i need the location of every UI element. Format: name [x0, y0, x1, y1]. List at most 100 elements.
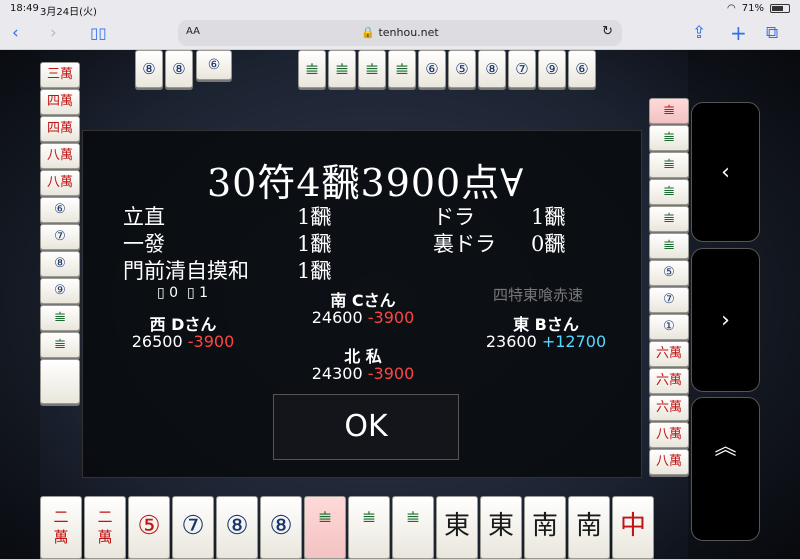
hand-tile[interactable]: 南 [524, 496, 566, 559]
player-west-score: 26500 -3900 [113, 332, 253, 351]
opponent-tile: ⑨ [40, 278, 80, 304]
next-button[interactable]: › [691, 248, 760, 392]
score-delta: -3900 [367, 308, 415, 327]
browser-toolbar: ‹ › ▯▯ AA 🔒 tenhou.net ↻ ⇪ + ⧉ [0, 18, 800, 50]
tile-glyph: 𝍨 [406, 508, 420, 526]
forward-icon[interactable]: › [50, 23, 57, 43]
yaku-name: 裏ドラ [433, 232, 496, 256]
player-east-score: 23600 +12700 [471, 332, 621, 351]
yaku-han: 1飜 [531, 205, 566, 229]
bookmarks-icon[interactable]: ▯▯ [90, 23, 107, 43]
url-label: tenhou.net [378, 26, 439, 39]
score-delta: +12700 [541, 332, 607, 351]
hand-tile[interactable]: 𝍨 [348, 496, 390, 559]
battery-icon [770, 4, 790, 13]
battery-percent: 71% [741, 3, 764, 14]
opponent-tile: ⑨ [538, 50, 566, 88]
tile-glyph: 𝍨 [318, 508, 332, 526]
opponent-tile: ⑧ [40, 251, 80, 277]
score-headline: 30符4飜3900点∀ [207, 161, 525, 205]
opponent-tile: 八萬 [649, 422, 689, 448]
tile-glyph: ⑦ [181, 511, 205, 541]
chevron-left-icon: ‹ [721, 160, 730, 185]
battery-fill [772, 6, 784, 11]
opponent-tile: ⑤ [649, 260, 689, 286]
opponent-tile: ⑦ [40, 224, 80, 250]
result-dialog: 30符4飜3900点∀ 立直 1飜 一發 1飜 門前清自摸和 1飜 ドラ 1飜 … [82, 130, 642, 478]
ok-button[interactable]: OK [273, 394, 459, 460]
hand-tile[interactable]: 二萬 [40, 496, 82, 559]
yaku-name: 立直 [123, 205, 165, 229]
thousand-stick-icon: ▯ [187, 285, 195, 301]
opponent-tile: ⑧ [165, 50, 193, 88]
screen: 18:49 3月24日(火) ◠ 71% ‹ › ▯▯ AA 🔒 tenhou.… [0, 0, 800, 559]
yaku-name: 一發 [123, 232, 165, 256]
opponent-tile: 𝍨 [649, 233, 689, 259]
tile-glyph: 二萬 [53, 508, 69, 546]
new-tab-icon[interactable]: + [730, 23, 747, 43]
tile-glyph: 南 [575, 511, 602, 541]
reload-icon[interactable]: ↻ [602, 24, 613, 39]
opponent-tile: ⑤ [448, 50, 476, 88]
expand-button[interactable]: ︽ [691, 397, 760, 541]
riichi-sticks: ▯ 0 ▯ 1 [157, 285, 208, 301]
tile-glyph: 東 [487, 511, 514, 541]
opponent-tile: 八萬 [649, 449, 689, 475]
tile-glyph: ⑧ [225, 511, 249, 541]
opponent-tile: ⑥ [568, 50, 596, 88]
opponent-tile: 𝍨 [388, 50, 416, 88]
hand-tile[interactable]: 南 [568, 496, 610, 559]
back-icon[interactable]: ‹ [12, 23, 19, 43]
opponent-tile: ⑥ [40, 197, 80, 223]
address-bar[interactable]: AA 🔒 tenhou.net ↻ [178, 20, 622, 46]
hand-tile[interactable]: 東 [480, 496, 522, 559]
tabs-icon[interactable]: ⧉ [766, 23, 778, 43]
hand-tile[interactable]: 東 [436, 496, 478, 559]
opponent-tile: 四萬 [40, 116, 80, 142]
tile-glyph: ⑤ [137, 511, 161, 541]
hand-tile[interactable]: 二萬 [84, 496, 126, 559]
hand-tile[interactable]: ⑦ [172, 496, 214, 559]
opponent-tile: 𝍨 [40, 305, 80, 331]
tile-glyph: 二萬 [97, 508, 113, 546]
opponent-tile: 𝍨 [649, 206, 689, 232]
score-value: 23600 [485, 332, 537, 351]
share-icon[interactable]: ⇪ [692, 23, 706, 43]
hand-tile[interactable]: 中 [612, 496, 654, 559]
double-chevron-up-icon: ︽ [714, 435, 737, 460]
opponent-tile [40, 359, 80, 404]
yaku-han: 1飜 [297, 205, 332, 229]
opponent-tile: 四萬 [40, 89, 80, 115]
previous-button[interactable]: ‹ [691, 102, 760, 242]
opponent-tile: 𝍨 [649, 152, 689, 178]
hand-tile[interactable]: ⑤ [128, 496, 170, 559]
opponent-tile: ① [649, 314, 689, 340]
hundred-stick-count: 0 [169, 285, 179, 301]
tile-glyph: 𝍨 [362, 508, 376, 526]
yaku-han: 1飜 [297, 259, 332, 283]
score-value: 26500 [131, 332, 183, 351]
game-area: ⑧ ⑧ ⑥ 𝍨 𝍨 𝍨 𝍨 ⑥ ⑤ ⑧ ⑦ ⑨ ⑥ 三萬 四萬 四萬 八萬 八萬… [0, 50, 800, 559]
hand-tile[interactable]: ⑧ [216, 496, 258, 559]
opponent-tile: 𝍨 [649, 98, 689, 124]
opponent-tile: 八萬 [40, 143, 80, 169]
score-delta: -3900 [187, 332, 235, 351]
hand-tile[interactable]: ⑧ [260, 496, 302, 559]
opponent-tile: ⑧ [135, 50, 163, 88]
status-right: ◠ 71% [727, 3, 790, 14]
opponent-tile: 八萬 [40, 170, 80, 196]
score-value: 24600 [311, 308, 363, 327]
url-text[interactable]: 🔒 tenhou.net [178, 26, 622, 39]
opponent-tile: ⑦ [649, 287, 689, 313]
player-south-score: 24600 -3900 [298, 308, 428, 327]
hand-tile[interactable]: 𝍨 [304, 496, 346, 559]
opponent-tile: ⑦ [508, 50, 536, 88]
tile-glyph: 南 [531, 511, 558, 541]
chevron-right-icon: › [721, 308, 730, 333]
yaku-name: ドラ [433, 205, 475, 229]
opponent-tile: 𝍨 [298, 50, 326, 88]
status-date: 3月24日(火) [40, 7, 97, 18]
score-value: 24300 [311, 364, 363, 383]
opponent-tile: 𝍨 [649, 179, 689, 205]
hand-tile[interactable]: 𝍨 [392, 496, 434, 559]
